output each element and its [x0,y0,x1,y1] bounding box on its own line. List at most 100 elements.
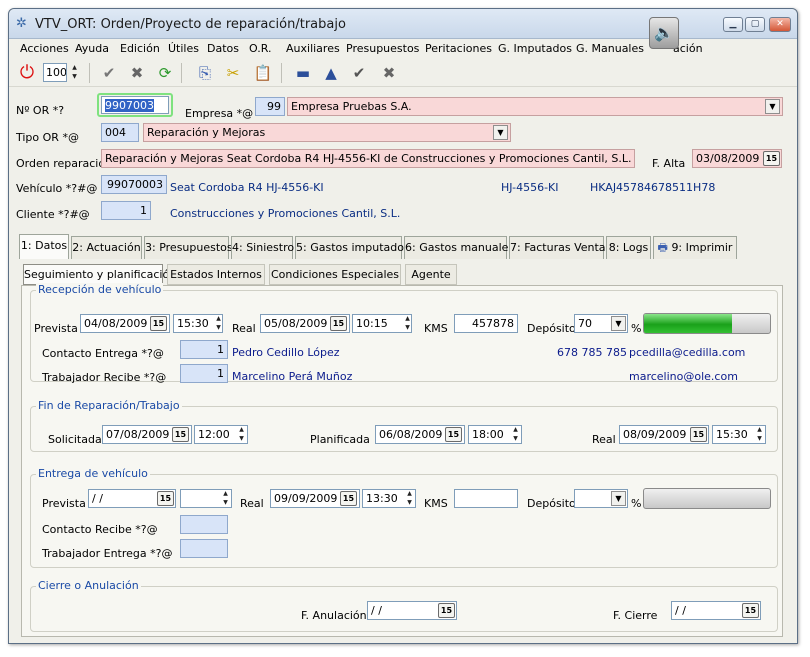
rec-deposito-bar-fill [644,314,733,333]
fin-real-label: Real [592,433,616,446]
menu-or[interactable]: O.R. [249,42,271,55]
empresa-name-field[interactable]: Empresa Pruebas S.A. [287,97,783,116]
rec-pct-label: % [631,322,642,335]
menu-gastos-manuales[interactable]: G. Manuales [576,42,644,55]
refresh-icon[interactable]: ⟳ [155,63,175,83]
menu-edicion[interactable]: Edición [120,42,160,55]
cierre-calendar-icon[interactable]: 15 [742,603,759,618]
subtab-condiciones-especiales[interactable]: Condiciones Especiales [269,264,401,285]
cancel-icon[interactable]: ✖ [379,63,399,83]
orden-label: Orden reparación [16,157,113,170]
rec-contacto-phone: 678 785 785 [557,346,627,359]
tab-facturas-venta[interactable]: 7: Facturas Venta [509,236,606,259]
ent-prevista-calendar-icon[interactable]: 15 [157,491,174,506]
empresa-code-field[interactable]: 99 [255,97,285,116]
up-icon[interactable]: ▲ [321,63,341,83]
tipo-code-field[interactable]: 004 [101,123,139,142]
fin-title: Fin de Reparación/Trabajo [36,399,182,412]
ent-kms-field[interactable] [454,489,518,508]
tab-imprimir-label: 9: Imprimir [671,241,733,254]
fin-solicitada-calendar-icon[interactable]: 15 [172,427,189,442]
menu-utiles[interactable]: Útiles [168,42,199,55]
menu-ayuda[interactable]: Ayuda [75,42,109,55]
paste-icon[interactable]: 📋 [253,63,273,83]
copy-icon[interactable]: ⎘ [195,63,215,83]
anulacion-label: F. Anulación [301,609,367,622]
speaker-icon[interactable]: 🔈 [649,17,679,49]
rec-real-time-spinner[interactable]: ▲ ▼ [402,314,413,333]
menu-peritaciones[interactable]: Peritaciones [425,42,492,55]
tab-gastos-manuales[interactable]: 6: Gastos manuales [404,236,514,259]
recepcion-title: Recepción de vehículo [36,283,164,296]
power-icon[interactable]: ⏻ [17,63,37,83]
check-icon[interactable]: ✔ [349,63,369,83]
toolbar: ⏻ 100 ▲ ▼ ✔ ✖ ⟳ ⎘ ✂ 📋 ▬ ▲ ✔ ✖ [9,59,797,87]
cliente-code-field[interactable]: 1 [101,201,151,220]
rec-trabajador-code[interactable]: 1 [180,364,228,383]
content-panel: Recepción de vehículo Prevista 04/08/200… [21,283,783,637]
rec-prevista-calendar-icon[interactable]: 15 [150,316,167,331]
record-count-spinner[interactable]: ▲ ▼ [69,63,80,82]
fin-planificada-calendar-icon[interactable]: 15 [445,427,462,442]
menu-presupuestos[interactable]: Presupuestos [346,42,419,55]
tab-gastos-imputados[interactable]: 5: Gastos imputados [295,236,410,259]
ent-prevista-time-spinner[interactable]: ▲ ▼ [220,489,231,508]
ent-real-calendar-icon[interactable]: 15 [340,491,357,506]
tab-logs[interactable]: 8: Logs [606,236,651,259]
tab-datos[interactable]: 1: Datos [19,234,69,259]
maximize-button[interactable]: ▢ [745,17,765,32]
menu-acciones[interactable]: Acciones [20,42,69,55]
rec-deposito-dropdown-button[interactable]: ▼ [611,316,626,331]
empresa-dropdown-button[interactable]: ▼ [765,99,780,114]
ent-trabajador-code[interactable] [180,539,228,558]
falta-calendar-icon[interactable]: 15 [763,151,780,166]
rec-contacto-code[interactable]: 1 [180,340,228,359]
menu-auxiliares[interactable]: Auxiliares [286,42,340,55]
fin-real-calendar-icon[interactable]: 15 [690,427,707,442]
subtab-seguimiento[interactable]: Seguimiento y planificación [23,264,176,285]
close-button[interactable]: ✕ [769,17,791,32]
ent-real-time-spinner[interactable]: ▲ ▼ [404,489,415,508]
fin-solicitada-time-spinner[interactable]: ▲ ▼ [236,425,247,444]
orden-field[interactable]: Reparación y Mejoras Seat Cordoba R4 HJ-… [101,149,635,168]
ent-trabajador-label: Trabajador Entrega *?@ [42,547,173,560]
rec-kms-field[interactable]: 457878 [454,314,518,333]
ent-contacto-code[interactable] [180,515,228,534]
rec-real-label: Real [232,322,256,335]
falta-label: F. Alta [652,157,686,170]
menu-datos[interactable]: Datos [207,42,239,55]
cut-icon[interactable]: ✂ [223,63,243,83]
recepcion-group [30,290,778,382]
minimize-button[interactable]: ▁ [723,17,743,32]
delete-icon[interactable]: ✖ [127,63,147,83]
tab-presupuestos[interactable]: 3: Presupuestos [144,236,233,259]
ent-prevista-label: Prevista [42,497,86,510]
rec-prevista-label: Prevista [34,322,78,335]
vehiculo-name: Seat Cordoba R4 HJ-4556-KI [170,181,324,194]
tab-siniestro[interactable]: 4: Siniestro [231,236,294,259]
tipo-dropdown-button[interactable]: ▼ [493,125,508,140]
anulacion-calendar-icon[interactable]: 15 [438,603,455,618]
subtab-estados-internos[interactable]: Estados Internos [167,264,265,285]
rec-real-calendar-icon[interactable]: 15 [330,316,347,331]
vehiculo-plate: HJ-4556-KI [501,181,559,194]
fin-real-time-spinner[interactable]: ▲ ▼ [754,425,765,444]
vehiculo-code-field[interactable]: 99070003 [101,175,167,194]
vehiculo-label: Vehículo *?#@ [16,182,98,195]
tipo-name-field[interactable]: Reparación y Mejoras [143,123,511,142]
ent-deposito-dropdown-button[interactable]: ▼ [611,491,626,506]
fin-planificada-time-spinner[interactable]: ▲ ▼ [510,425,521,444]
approve-icon[interactable]: ✔ [99,63,119,83]
entrega-title: Entrega de vehículo [36,467,150,480]
rec-prevista-time-spinner[interactable]: ▲ ▼ [213,314,224,333]
tab-actuacion[interactable]: 2: Actuación [71,236,142,259]
minus-icon[interactable]: ▬ [293,63,313,83]
tab-imprimir[interactable]: 🖶 9: Imprimir [653,236,737,259]
cierre-label: F. Cierre [613,609,658,622]
rec-deposito-label: Depósito [527,322,576,335]
menu-gastos-imputados[interactable]: G. Imputados [498,42,572,55]
record-count-input[interactable]: 100 [43,63,67,82]
subtab-agente[interactable]: Agente [405,264,457,285]
nor-field[interactable]: 9907003 [101,96,169,114]
empresa-label: Empresa *@ [185,107,254,120]
